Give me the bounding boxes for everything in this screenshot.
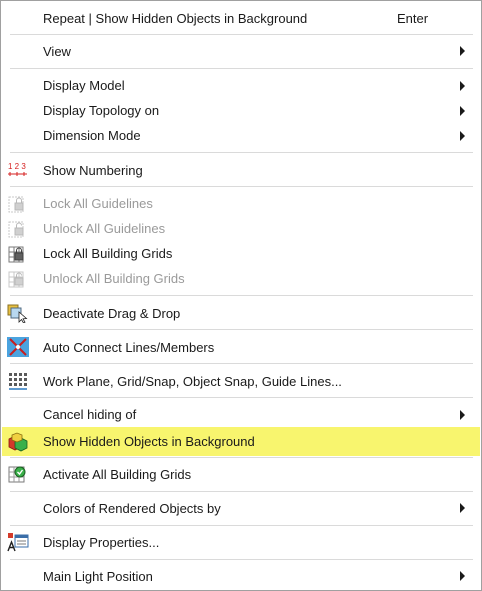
menu-separator [10,559,473,560]
menu-item-label: Lock All Guidelines [43,196,153,211]
menu-item-dimension-mode[interactable]: Dimension Mode [2,123,480,148]
menu-item-label: Display Topology on [43,103,160,118]
menu-item-colors-rendered[interactable]: Colors of Rendered Objects by [2,495,480,521]
menu-item-auto-connect[interactable]: Auto Connect Lines/Members [2,334,480,360]
activate-grids-icon [7,464,29,484]
shortcut-label: Enter [397,10,429,26]
menu-item-label: Activate All Building Grids [43,466,192,482]
menu-item-label: Dimension Mode [43,128,141,143]
unlock-grids-icon [7,269,29,289]
submenu-arrow-icon [460,130,465,141]
menu-item-label: Repeat | Show Hidden Objects in Backgrou… [43,10,308,26]
menu-item-label: Show Numbering [43,162,143,178]
menu-separator [10,152,473,153]
auto-connect-icon [7,336,29,358]
menu-separator [10,525,473,526]
drag-drop-icon [7,303,29,324]
submenu-arrow-icon [460,503,465,513]
menu-item-repeat[interactable]: Repeat | Show Hidden Objects in Backgrou… [2,5,480,31]
menu-item-display-topology[interactable]: Display Topology on [2,98,480,123]
menu-item-main-light[interactable]: Main Light Position [2,563,480,589]
hidden-objects-icon [7,432,29,452]
menu-item-label: Colors of Rendered Objects by [43,500,221,516]
menu-separator [10,363,473,364]
menu-item-label: Display Properties... [43,534,160,550]
menu-item-label: Work Plane, Grid/Snap, Object Snap, Guid… [43,373,342,389]
menu-item-label: Unlock All Building Grids [43,271,185,286]
context-menu: Repeat | Show Hidden Objects in Backgrou… [0,0,482,591]
menu-separator [10,397,473,398]
submenu-arrow-icon [460,46,465,56]
numbering-icon-text: 1 2 3 [8,162,26,171]
menu-item-show-numbering[interactable]: 1 2 3 Show Numbering [2,157,480,183]
menu-item-label: Display Model [43,78,125,93]
menu-item-label: View [43,43,71,59]
menu-item-label: Cancel hiding of [43,407,137,422]
submenu-arrow-icon [460,571,465,581]
menu-item-unlock-grids[interactable]: Unlock All Building Grids [2,266,480,291]
menu-item-label: Unlock All Guidelines [43,221,166,236]
submenu-arrow-icon [460,80,465,91]
lock-guidelines-icon [7,194,29,214]
menu-separator [10,457,473,458]
work-plane-icon [7,371,29,391]
menu-item-work-plane[interactable]: Work Plane, Grid/Snap, Object Snap, Guid… [2,368,480,394]
menu-item-cancel-hiding[interactable]: Cancel hiding of [2,402,480,427]
menu-separator [10,329,473,330]
menu-item-label: Show Hidden Objects in Background [43,434,255,449]
menu-item-activate-grids[interactable]: Activate All Building Grids [2,461,480,487]
menu-item-display-properties[interactable]: Display Properties... [2,529,480,555]
menu-separator [10,34,473,35]
submenu-arrow-icon [460,105,465,116]
display-properties-icon [7,532,29,552]
menu-separator [10,295,473,296]
menu-item-display-model[interactable]: Display Model [2,73,480,98]
submenu-arrow-icon [460,409,465,420]
menu-item-show-hidden-objects[interactable]: Show Hidden Objects in Background [2,427,480,456]
menu-item-view[interactable]: View [2,38,480,64]
menu-separator [10,68,473,69]
menu-item-unlock-guidelines[interactable]: Unlock All Guidelines [2,216,480,241]
menu-item-label: Auto Connect Lines/Members [43,339,215,355]
lock-grids-icon [7,244,29,264]
menu-item-lock-grids[interactable]: Lock All Building Grids [2,241,480,266]
menu-item-lock-guidelines[interactable]: Lock All Guidelines [2,191,480,216]
menu-item-deactivate-drag-drop[interactable]: Deactivate Drag & Drop [2,300,480,326]
menu-separator [10,186,473,187]
menu-separator [10,491,473,492]
menu-item-label: Main Light Position [43,568,153,584]
unlock-guidelines-icon [7,219,29,239]
numbering-icon: 1 2 3 [7,160,29,180]
menu-item-label: Lock All Building Grids [43,246,173,261]
menu-item-label: Deactivate Drag & Drop [43,305,181,321]
